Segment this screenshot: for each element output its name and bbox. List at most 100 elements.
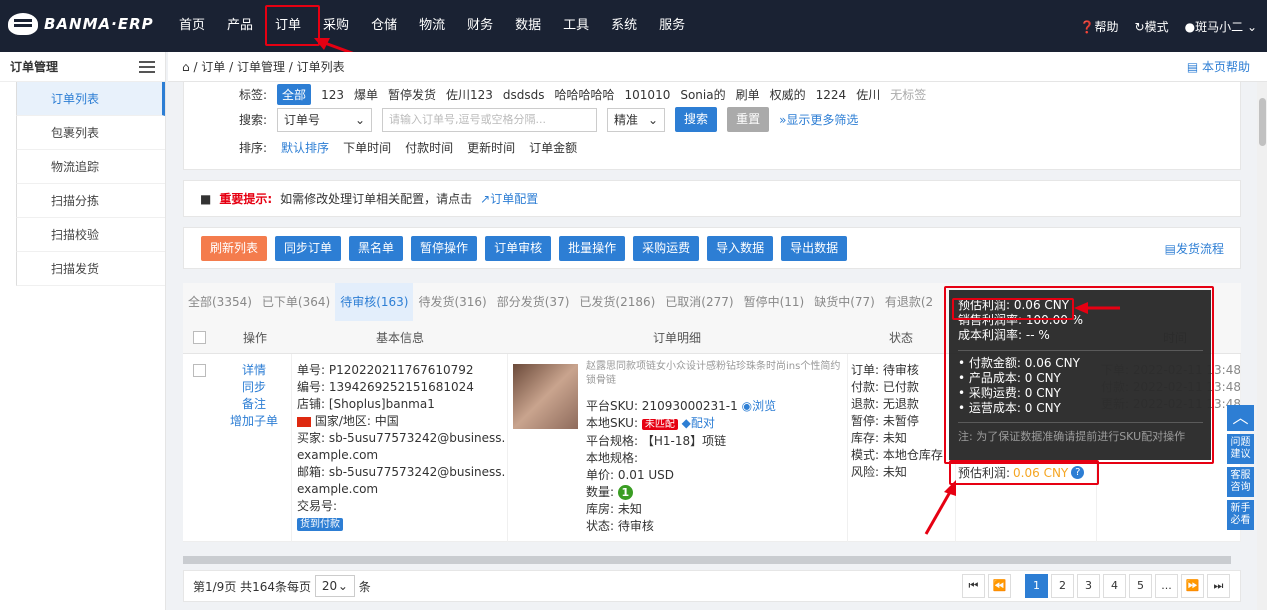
sidebar-item-tracking[interactable]: 物流追踪 <box>16 150 165 184</box>
detail-link[interactable]: 详情 <box>217 362 291 379</box>
order-review-button[interactable]: 订单审核 <box>485 235 552 261</box>
match-select[interactable]: 精准 ⌄ <box>607 107 666 132</box>
user-menu[interactable]: ●斑马小二 ⌄ <box>1185 18 1257 35</box>
nav-finance[interactable]: 财务 <box>456 0 504 52</box>
tab-shipped[interactable]: 已发货(2186) <box>574 283 660 321</box>
sidebar-item-scan-sort[interactable]: 扫描分拣 <box>16 184 165 218</box>
home-icon[interactable]: ⌂ <box>182 60 190 74</box>
nav-services[interactable]: 服务 <box>648 0 696 52</box>
tab-pending-ship[interactable]: 待发货(316) <box>413 283 491 321</box>
tag-item[interactable]: 刷单 <box>736 86 760 103</box>
pair-label: 配对 <box>690 416 715 430</box>
batch-ops-button[interactable]: 批量操作 <box>559 235 626 261</box>
select-all-checkbox[interactable] <box>193 331 206 344</box>
nav-tools[interactable]: 工具 <box>552 0 600 52</box>
nav-products[interactable]: 产品 <box>216 0 264 52</box>
tag-item[interactable]: dsdsds <box>503 88 545 102</box>
sort-default[interactable]: 默认排序 <box>281 139 329 156</box>
back-to-top-icon[interactable]: ︿ <box>1227 405 1254 431</box>
pause-ops-button[interactable]: 暂停操作 <box>411 235 478 261</box>
page-button[interactable]: 4 <box>1103 574 1126 598</box>
pager-spacer <box>1014 574 1022 598</box>
vertical-scrollbar-thumb[interactable] <box>1259 98 1266 146</box>
search-button[interactable]: 搜索 <box>675 107 718 132</box>
tab-all[interactable]: 全部(3354) <box>183 283 257 321</box>
sidebar-item-scan-ship[interactable]: 扫描发货 <box>16 252 165 286</box>
tab-out-of-stock[interactable]: 缺货中(77) <box>809 283 880 321</box>
sort-pay-time[interactable]: 付款时间 <box>405 139 453 156</box>
page-button[interactable]: 3 <box>1077 574 1100 598</box>
horizontal-scrollbar[interactable] <box>183 556 1231 564</box>
logo[interactable]: BANMA·ERP <box>8 13 154 35</box>
pair-link[interactable]: ◆配对 <box>682 416 715 430</box>
help-link[interactable]: ❓帮助 <box>1080 18 1119 35</box>
tag-item[interactable]: 暂停发货 <box>388 86 436 103</box>
purchase-freight-button[interactable]: 采购运费 <box>633 235 700 261</box>
page-help-link[interactable]: ▤ 本页帮助 <box>1187 58 1250 75</box>
next-page-button[interactable]: ⏩ <box>1181 574 1204 598</box>
tab-pending-review[interactable]: 待审核(163) <box>335 283 414 321</box>
mode-link[interactable]: ↻模式 <box>1135 18 1169 35</box>
header-ops: 操作 <box>243 330 268 345</box>
chevron-down-icon: ⌄ <box>647 112 659 127</box>
tag-item[interactable]: 无标签 <box>890 86 926 103</box>
vertical-scrollbar[interactable] <box>1257 82 1267 610</box>
sidebar-item-package-list[interactable]: 包裹列表 <box>16 116 165 150</box>
tag-all[interactable]: 全部 <box>277 84 312 105</box>
tag-item[interactable]: Sonia的 <box>680 86 725 103</box>
sync-orders-button[interactable]: 同步订单 <box>275 235 342 261</box>
export-data-button[interactable]: 导出数据 <box>781 235 848 261</box>
last-page-button[interactable]: ⏭ <box>1207 574 1230 598</box>
tag-item[interactable]: 爆单 <box>354 86 378 103</box>
first-page-button[interactable]: ⏮ <box>962 574 985 598</box>
order-config-link[interactable]: ↗订单配置 <box>480 190 538 207</box>
local-spec: 本地规格: <box>586 451 639 465</box>
search-field-select[interactable]: 订单号 ⌄ <box>277 107 373 132</box>
sidebar-item-order-list[interactable]: 订单列表 <box>16 82 165 116</box>
tag-item[interactable]: 佐川 <box>856 86 880 103</box>
nav-data[interactable]: 数据 <box>504 0 552 52</box>
main-menu: 首页 产品 订单 采购 仓储 物流 财务 数据 工具 系统 服务 <box>168 0 696 52</box>
search-input[interactable]: 请输入订单号,逗号或空格分隔... <box>382 107 598 132</box>
sort-amount[interactable]: 订单金额 <box>529 139 577 156</box>
per-page-select[interactable]: 20 ⌄ <box>314 575 355 597</box>
page-button[interactable]: 5 <box>1129 574 1152 598</box>
tag-item[interactable]: 佐川123 <box>446 86 493 103</box>
nav-home[interactable]: 首页 <box>168 0 216 52</box>
tag-item[interactable]: 哈哈哈哈哈 <box>555 86 615 103</box>
tag-item[interactable]: 权威的 <box>770 86 806 103</box>
feedback-button[interactable]: 问题建议 <box>1227 434 1254 464</box>
prev-page-button[interactable]: ⏪ <box>988 574 1011 598</box>
shipping-flow-link[interactable]: ▤发货流程 <box>1165 240 1224 257</box>
product-image[interactable] <box>513 364 578 429</box>
tab-cancelled[interactable]: 已取消(277) <box>660 283 738 321</box>
sidebar-item-scan-verify[interactable]: 扫描校验 <box>16 218 165 252</box>
newbie-guide-button[interactable]: 新手必看 <box>1227 500 1254 530</box>
sync-link[interactable]: 同步 <box>217 379 291 396</box>
add-suborder-link[interactable]: 增加子单 <box>217 413 291 430</box>
product-title[interactable]: 赵露思同款项链女小众设计感粉钻珍珠条时尚ins个性简约锁骨链 <box>586 360 844 388</box>
page-button[interactable]: 1 <box>1025 574 1048 598</box>
customer-service-button[interactable]: 客服咨询 <box>1227 467 1254 497</box>
import-data-button[interactable]: 导入数据 <box>707 235 774 261</box>
tag-item[interactable]: 1224 <box>816 88 847 102</box>
sort-order-time[interactable]: 下单时间 <box>343 139 391 156</box>
tag-item[interactable]: 101010 <box>625 88 671 102</box>
browse-link[interactable]: ◉浏览 <box>742 399 777 413</box>
refresh-list-button[interactable]: 刷新列表 <box>201 235 268 261</box>
tab-ordered[interactable]: 已下单(364) <box>257 283 335 321</box>
blacklist-button[interactable]: 黑名单 <box>349 235 404 261</box>
reset-button[interactable]: 重置 <box>727 107 770 132</box>
tab-partial-ship[interactable]: 部分发货(37) <box>492 283 575 321</box>
sort-update-time[interactable]: 更新时间 <box>467 139 515 156</box>
nav-logistics[interactable]: 物流 <box>408 0 456 52</box>
page-button[interactable]: 2 <box>1051 574 1074 598</box>
more-filters-link[interactable]: »显示更多筛选 <box>779 111 858 128</box>
row-checkbox[interactable] <box>193 364 206 377</box>
tab-refund[interactable]: 有退款(2 <box>880 283 938 321</box>
menu-icon[interactable] <box>139 60 155 73</box>
note-link[interactable]: 备注 <box>217 396 291 413</box>
tab-paused[interactable]: 暂停中(11) <box>739 283 810 321</box>
tag-item[interactable]: 123 <box>321 88 344 102</box>
nav-system[interactable]: 系统 <box>600 0 648 52</box>
